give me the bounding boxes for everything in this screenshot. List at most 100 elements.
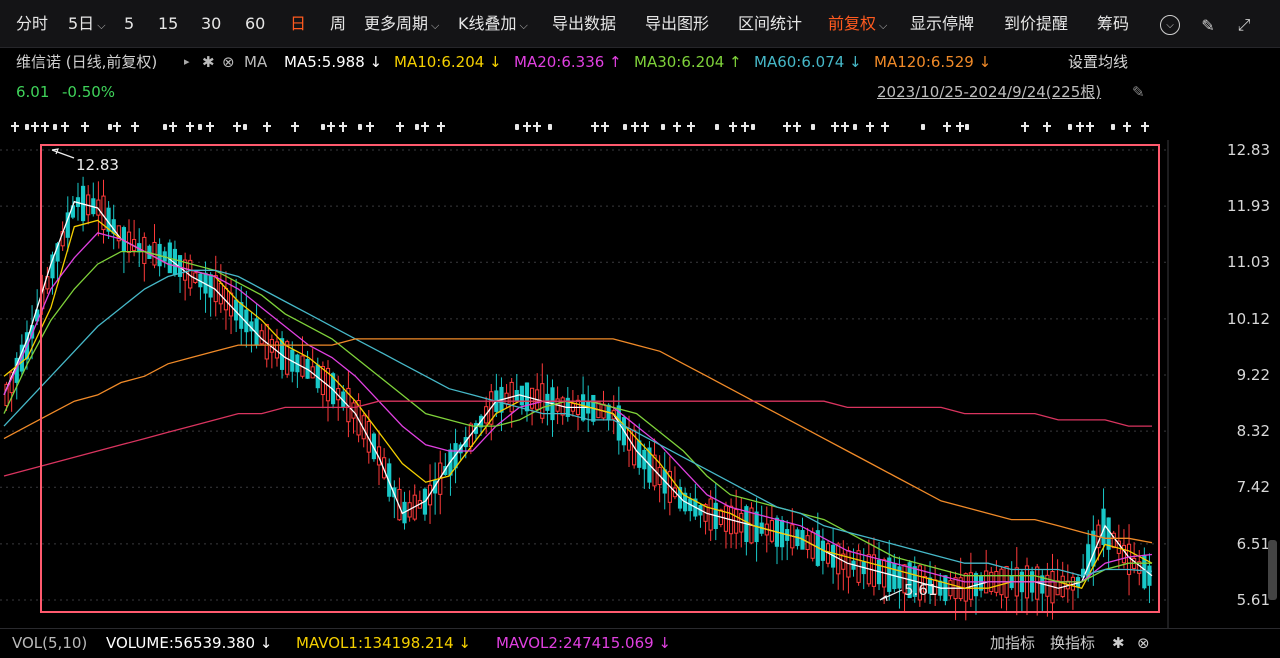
event-marker[interactable] — [80, 122, 90, 132]
range-stats-button[interactable]: 区间统计 — [738, 0, 802, 48]
event-marker[interactable] — [590, 122, 600, 132]
event-marker[interactable] — [338, 122, 348, 132]
adjust-forward-menu[interactable]: 前复权 ⌵ — [828, 0, 887, 48]
event-marker[interactable] — [1042, 122, 1052, 132]
event-marker[interactable] — [522, 122, 532, 132]
y-tick: 7.42 — [1236, 478, 1270, 497]
event-marker[interactable] — [40, 122, 50, 132]
event-marker[interactable] — [10, 122, 20, 132]
event-marker[interactable] — [640, 122, 650, 132]
event-marker[interactable] — [620, 122, 630, 132]
tab-weekly[interactable]: 周 — [330, 0, 346, 48]
toolbar: 分时 5日 ⌵ 5 15 30 60 日 周 更多周期 ⌵ K线叠加 ⌵ 导出数据 导… — [0, 0, 1280, 48]
event-marker[interactable] — [1140, 122, 1150, 132]
event-marker[interactable] — [840, 122, 850, 132]
event-marker[interactable] — [30, 122, 40, 132]
event-marker[interactable] — [50, 122, 60, 132]
event-marker[interactable] — [355, 122, 365, 132]
kline-chart[interactable] — [0, 140, 1170, 628]
event-marker[interactable] — [1020, 122, 1030, 132]
stock-title: 维信诺 (日线,前复权) — [16, 53, 158, 71]
event-marker[interactable] — [395, 122, 405, 132]
event-marker[interactable] — [712, 122, 722, 132]
event-marker[interactable] — [880, 122, 890, 132]
more-periods-menu[interactable]: 更多周期 ⌵ — [364, 0, 439, 48]
candle-body — [1086, 544, 1091, 578]
scrollbar[interactable] — [1268, 540, 1277, 600]
collapse-icon[interactable]: ⌵ — [1160, 15, 1180, 35]
event-marker[interactable] — [326, 122, 336, 132]
event-marker[interactable] — [436, 122, 446, 132]
event-marker[interactable] — [512, 122, 522, 132]
event-marker[interactable] — [195, 122, 205, 132]
event-marker[interactable] — [168, 122, 178, 132]
change-percent: -0.50% — [62, 83, 116, 101]
event-marker[interactable] — [205, 122, 215, 132]
kline-overlay-menu[interactable]: K线叠加 ⌵ — [458, 0, 528, 48]
event-marker[interactable] — [830, 122, 840, 132]
event-marker[interactable] — [865, 122, 875, 132]
event-marker[interactable] — [942, 122, 952, 132]
tab-daily[interactable]: 日 — [290, 0, 306, 48]
tab-15min[interactable]: 15 — [158, 0, 178, 48]
event-marker[interactable] — [792, 122, 802, 132]
event-marker[interactable] — [686, 122, 696, 132]
event-marker[interactable] — [262, 122, 272, 132]
event-marker[interactable] — [130, 122, 140, 132]
event-marker[interactable] — [1122, 122, 1132, 132]
event-marker[interactable] — [658, 122, 668, 132]
event-marker[interactable] — [962, 122, 972, 132]
event-marker[interactable] — [1108, 122, 1118, 132]
event-marker[interactable] — [1085, 122, 1095, 132]
brush-icon[interactable]: ✎ — [1197, 14, 1219, 36]
event-marker[interactable] — [782, 122, 792, 132]
export-data-button[interactable]: 导出数据 — [552, 0, 616, 48]
gear-icon[interactable]: ✱ — [1112, 629, 1125, 658]
event-marker[interactable] — [918, 122, 928, 132]
export-chart-button[interactable]: 导出图形 — [645, 0, 709, 48]
expand-arrow-icon[interactable]: ▸ — [184, 48, 190, 76]
y-tick: 11.93 — [1227, 197, 1270, 216]
tab-5min[interactable]: 5 — [124, 0, 134, 48]
show-suspension-button[interactable]: 显示停牌 — [910, 0, 974, 48]
switch-indicator-button[interactable]: 换指标 — [1050, 629, 1095, 658]
fullscreen-icon[interactable]: ⤢ — [1233, 14, 1255, 36]
event-marker[interactable] — [545, 122, 555, 132]
event-marker[interactable] — [850, 122, 860, 132]
event-marker[interactable] — [728, 122, 738, 132]
tab-5day[interactable]: 5日 ⌵ — [68, 0, 106, 48]
event-marker[interactable] — [240, 122, 250, 132]
close-icon[interactable]: ⊗ — [1137, 629, 1150, 658]
y-tick: 5.61 — [1236, 591, 1270, 609]
event-marker[interactable] — [630, 122, 640, 132]
event-marker[interactable] — [185, 122, 195, 132]
tab-60min[interactable]: 60 — [245, 0, 265, 48]
ma5-value: MA5:5.988 ↓ — [284, 53, 383, 71]
event-marker[interactable] — [1065, 122, 1075, 132]
y-tick: 10.12 — [1227, 309, 1270, 328]
event-marker[interactable] — [290, 122, 300, 132]
tab-intraday[interactable]: 分时 — [16, 0, 48, 48]
high-arrow — [51, 149, 75, 159]
chevron-down-icon: ⌵ — [879, 19, 888, 32]
event-marker[interactable] — [748, 122, 758, 132]
price-alert-button[interactable]: 到价提醒 — [1004, 0, 1068, 48]
event-marker[interactable] — [60, 122, 70, 132]
event-marker[interactable] — [420, 122, 430, 132]
tab-30min[interactable]: 30 — [201, 0, 221, 48]
close-icon[interactable]: ⊗ — [222, 48, 235, 76]
add-indicator-button[interactable]: 加指标 — [990, 629, 1035, 658]
event-marker[interactable] — [672, 122, 682, 132]
pin-icon[interactable]: ✎ — [1132, 78, 1145, 106]
event-marker[interactable] — [532, 122, 542, 132]
gear-icon[interactable]: ✱ — [202, 48, 215, 76]
date-range[interactable]: 2023/10/25-2024/9/24(225根) — [877, 78, 1101, 106]
event-marker[interactable] — [112, 122, 122, 132]
event-marker[interactable] — [365, 122, 375, 132]
ma10-value: MA10:6.204 ↓ — [394, 53, 502, 71]
chips-button[interactable]: 筹码 — [1097, 0, 1129, 48]
event-marker[interactable] — [600, 122, 610, 132]
event-marker[interactable] — [808, 122, 818, 132]
event-marker[interactable] — [1075, 122, 1085, 132]
y-tick: 12.83 — [1227, 141, 1270, 159]
